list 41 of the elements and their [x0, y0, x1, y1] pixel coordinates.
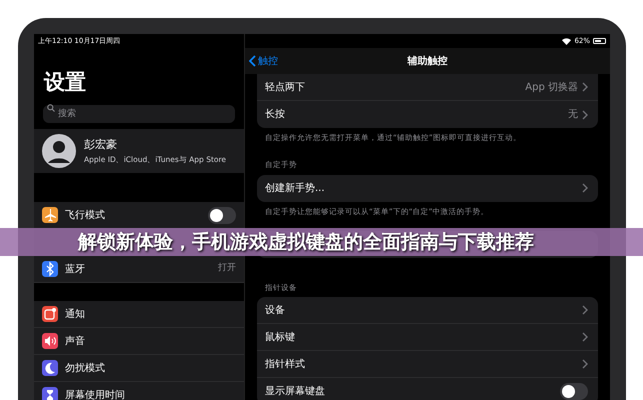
back-chevron-icon — [249, 55, 256, 67]
settings-row[interactable]: 显示屏幕键盘 — [257, 378, 598, 400]
item-label: 飞行模式 — [65, 208, 106, 222]
toggle-switch[interactable] — [208, 206, 236, 224]
settings-row[interactable]: 指针样式 — [257, 351, 598, 378]
chevron-icon — [582, 82, 588, 92]
settings-row[interactable]: 鼠标键 — [257, 324, 598, 351]
sidebar-item[interactable]: 声音 — [34, 328, 244, 355]
back-button[interactable]: 触控 — [249, 54, 278, 68]
title-banner: 解锁新体验，手机游戏虚拟键盘的全面指南与下载推荐 — [0, 228, 643, 256]
sidebar-item[interactable]: 勿扰模式 — [34, 355, 244, 382]
item-label: 蓝牙 — [65, 262, 86, 276]
item-label: 勿扰模式 — [65, 362, 106, 376]
item-label: 屏幕使用时间 — [65, 388, 126, 400]
sidebar-item[interactable]: 飞行模式 — [34, 202, 244, 229]
chevron-icon — [582, 359, 588, 369]
settings-row[interactable]: 设备 — [257, 297, 598, 324]
avatar-icon — [42, 134, 76, 168]
chevron-icon — [582, 332, 588, 342]
sidebar-item[interactable]: 屏幕使用时间 — [34, 382, 244, 400]
sidebar-item[interactable]: 通知 — [34, 301, 244, 328]
chevron-icon — [582, 305, 588, 315]
settings-row[interactable]: 创建新手势... — [257, 174, 598, 202]
nav-title: 辅助触控 — [408, 54, 448, 68]
chevron-icon — [582, 183, 588, 193]
battery-icon — [593, 38, 606, 44]
item-value: 打开 — [218, 262, 236, 276]
search-icon — [47, 104, 55, 112]
profile-name: 彭宏豪 — [84, 137, 118, 154]
item-label: 声音 — [65, 334, 86, 348]
chevron-icon — [582, 110, 588, 120]
settings-row[interactable]: 长按 无 — [257, 101, 598, 128]
item-label: 通知 — [65, 308, 86, 322]
search-field[interactable]: 搜索 — [43, 105, 235, 123]
settings-row[interactable]: 轻点两下 App 切换器 — [257, 74, 598, 101]
toggle-switch[interactable] — [560, 383, 588, 400]
sidebar-item[interactable]: 蓝牙 打开 — [34, 256, 244, 283]
row-value: App 切换器 — [525, 80, 578, 94]
page-title: 设置 — [42, 69, 87, 96]
row-value: 无 — [568, 108, 578, 122]
wifi-icon — [562, 38, 572, 44]
